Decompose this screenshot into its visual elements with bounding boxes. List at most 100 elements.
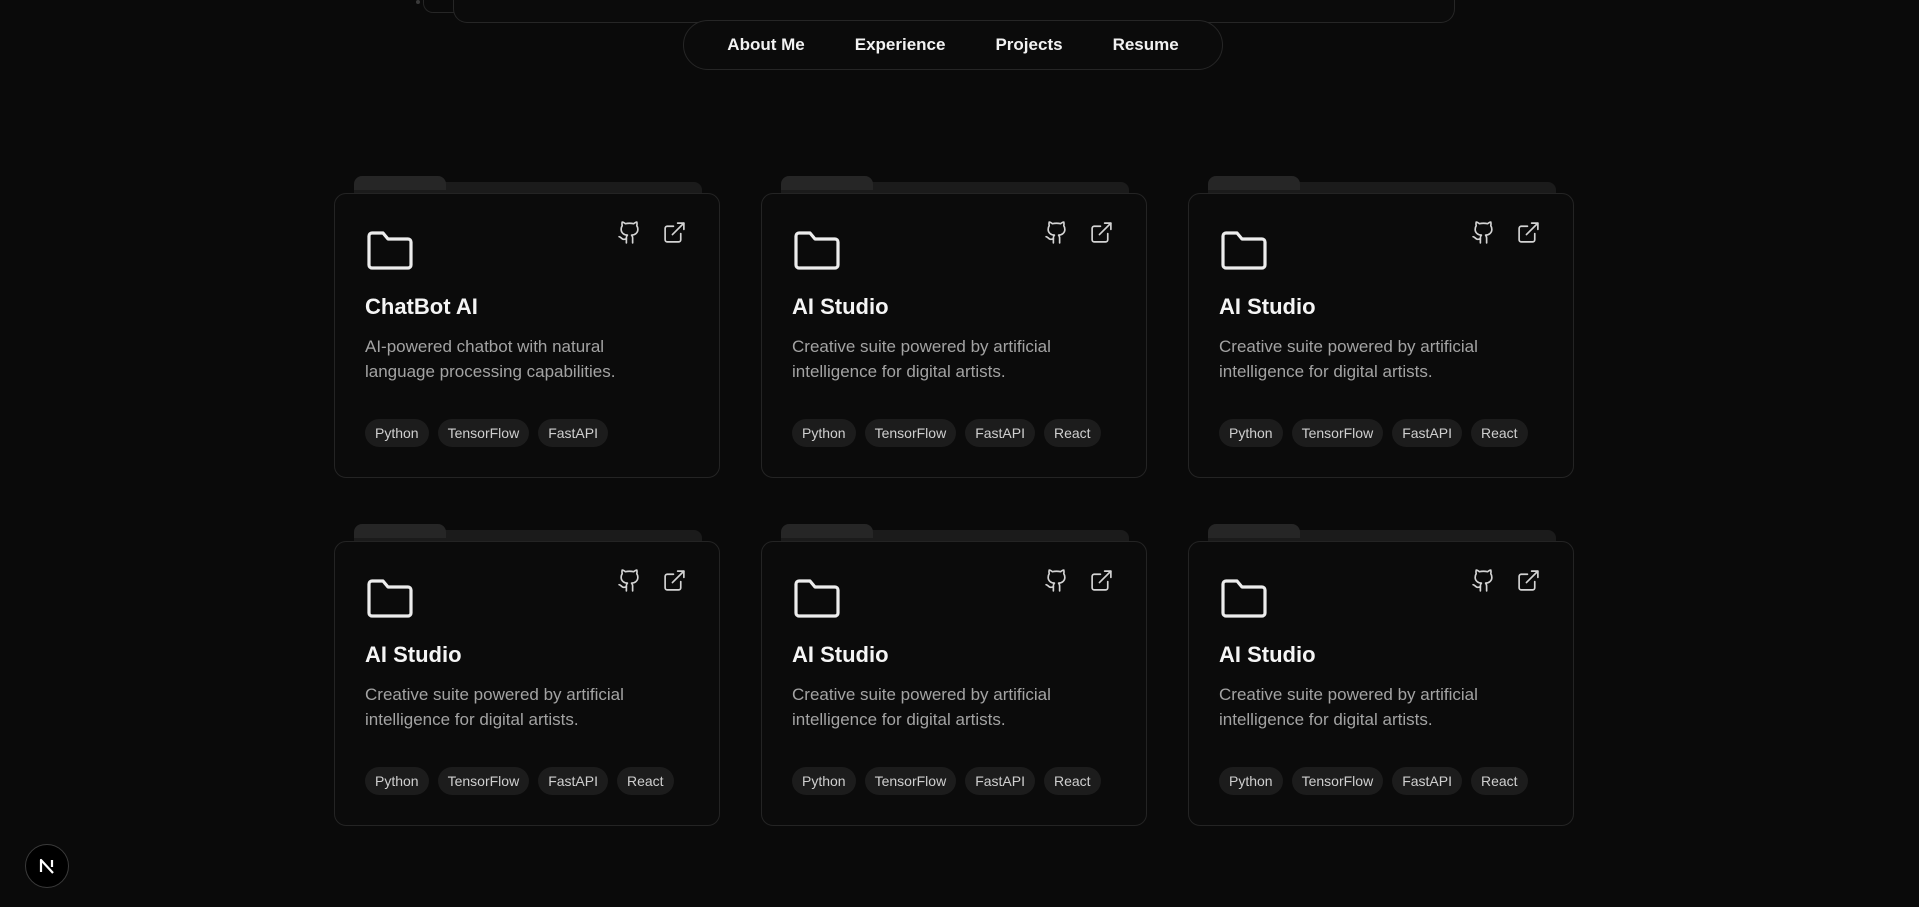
nav-resume[interactable]: Resume [1113,35,1179,55]
tech-tag: FastAPI [1392,767,1462,795]
card-actions [617,220,687,245]
card-actions [1471,568,1541,593]
card-header [1219,569,1543,620]
tech-tag: Python [1219,767,1283,795]
github-icon[interactable] [1471,568,1496,593]
card-header [1219,221,1543,272]
nextjs-badge[interactable] [25,844,69,888]
project-description: Creative suite powered by artificial int… [792,337,1051,381]
tech-tag: Python [365,767,429,795]
projects-page: About Me Experience Projects Resume Chat… [0,0,1919,907]
folder-icon [365,224,415,277]
project-card-wrapper: ChatBot AI AI-powered chatbot with natur… [334,176,720,478]
card-actions [1044,220,1114,245]
project-description: Creative suite powered by artificial int… [792,685,1051,729]
card-header [365,221,689,272]
tech-tag: TensorFlow [864,419,957,447]
card-tab-label [1208,176,1300,190]
project-description: Creative suite powered by artificial int… [1219,337,1478,381]
folder-icon [792,224,842,277]
folder-icon [365,572,415,625]
folder-icon [1219,572,1269,625]
project-title: AI Studio [792,642,889,667]
nav-projects[interactable]: Projects [995,35,1062,55]
project-card-wrapper: AI Studio Creative suite powered by arti… [761,176,1147,478]
tech-tag: Python [792,419,856,447]
tech-tag: React [1043,767,1101,795]
project-card-wrapper: AI Studio Creative suite powered by arti… [761,524,1147,826]
external-link-icon[interactable] [1516,220,1541,245]
tech-tag: FastAPI [1392,419,1462,447]
external-link-icon[interactable] [1516,568,1541,593]
tech-tag: TensorFlow [1291,767,1384,795]
nav-about-me[interactable]: About Me [727,35,804,55]
tech-tags: Python TensorFlow FastAPI React [792,419,1101,447]
tech-tag: FastAPI [965,767,1035,795]
project-title: ChatBot AI [365,294,478,319]
external-link-icon[interactable] [662,220,687,245]
github-icon[interactable] [617,220,642,245]
folder-icon [1219,224,1269,277]
external-link-icon[interactable] [1089,220,1114,245]
project-card[interactable]: ChatBot AI AI-powered chatbot with natur… [334,193,720,478]
tech-tags: Python TensorFlow FastAPI React [365,767,674,795]
tech-tags: Python TensorFlow FastAPI React [1219,767,1528,795]
card-tab-label [781,176,873,190]
tech-tag: Python [1219,419,1283,447]
top-banner-corner [423,0,454,13]
card-actions [1471,220,1541,245]
card-header [792,221,1116,272]
card-tab-label [1208,524,1300,538]
tech-tag: TensorFlow [437,419,530,447]
project-card-wrapper: AI Studio Creative suite powered by arti… [1188,524,1574,826]
project-title: AI Studio [1219,642,1316,667]
project-title: AI Studio [365,642,462,667]
tech-tags: Python TensorFlow FastAPI React [1219,419,1528,447]
tech-tag: React [1043,419,1101,447]
tech-tag: TensorFlow [437,767,530,795]
tech-tag: React [1470,767,1528,795]
tech-tag: FastAPI [538,419,608,447]
github-icon[interactable] [1471,220,1496,245]
project-description: Creative suite powered by artificial int… [365,685,624,729]
card-actions [1044,568,1114,593]
project-card[interactable]: AI Studio Creative suite powered by arti… [761,193,1147,478]
github-icon[interactable] [1044,220,1069,245]
top-banner-dot [416,0,420,4]
projects-grid: ChatBot AI AI-powered chatbot with natur… [334,176,1574,826]
external-link-icon[interactable] [1089,568,1114,593]
card-header [792,569,1116,620]
project-card-wrapper: AI Studio Creative suite powered by arti… [334,524,720,826]
project-card[interactable]: AI Studio Creative suite powered by arti… [1188,193,1574,478]
card-tab-label [354,176,446,190]
tech-tag: Python [365,419,429,447]
tech-tag: React [616,767,674,795]
folder-icon [792,572,842,625]
external-link-icon[interactable] [662,568,687,593]
project-card[interactable]: AI Studio Creative suite powered by arti… [334,541,720,826]
tech-tag: React [1470,419,1528,447]
tech-tag: TensorFlow [864,767,957,795]
card-tab-label [781,524,873,538]
project-title: AI Studio [1219,294,1316,319]
project-title: AI Studio [792,294,889,319]
card-header [365,569,689,620]
tech-tag: FastAPI [965,419,1035,447]
tech-tags: Python TensorFlow FastAPI React [792,767,1101,795]
main-nav: About Me Experience Projects Resume [683,20,1223,70]
tech-tag: FastAPI [538,767,608,795]
card-tab-label [354,524,446,538]
nextjs-icon [39,858,54,874]
nav-experience[interactable]: Experience [855,35,946,55]
card-actions [617,568,687,593]
github-icon[interactable] [617,568,642,593]
tech-tags: Python TensorFlow FastAPI [365,419,608,447]
project-description: Creative suite powered by artificial int… [1219,685,1478,729]
github-icon[interactable] [1044,568,1069,593]
project-card[interactable]: AI Studio Creative suite powered by arti… [1188,541,1574,826]
tech-tag: Python [792,767,856,795]
tech-tag: TensorFlow [1291,419,1384,447]
project-card[interactable]: AI Studio Creative suite powered by arti… [761,541,1147,826]
project-description: AI-powered chatbot with natural language… [365,337,616,381]
project-card-wrapper: AI Studio Creative suite powered by arti… [1188,176,1574,478]
